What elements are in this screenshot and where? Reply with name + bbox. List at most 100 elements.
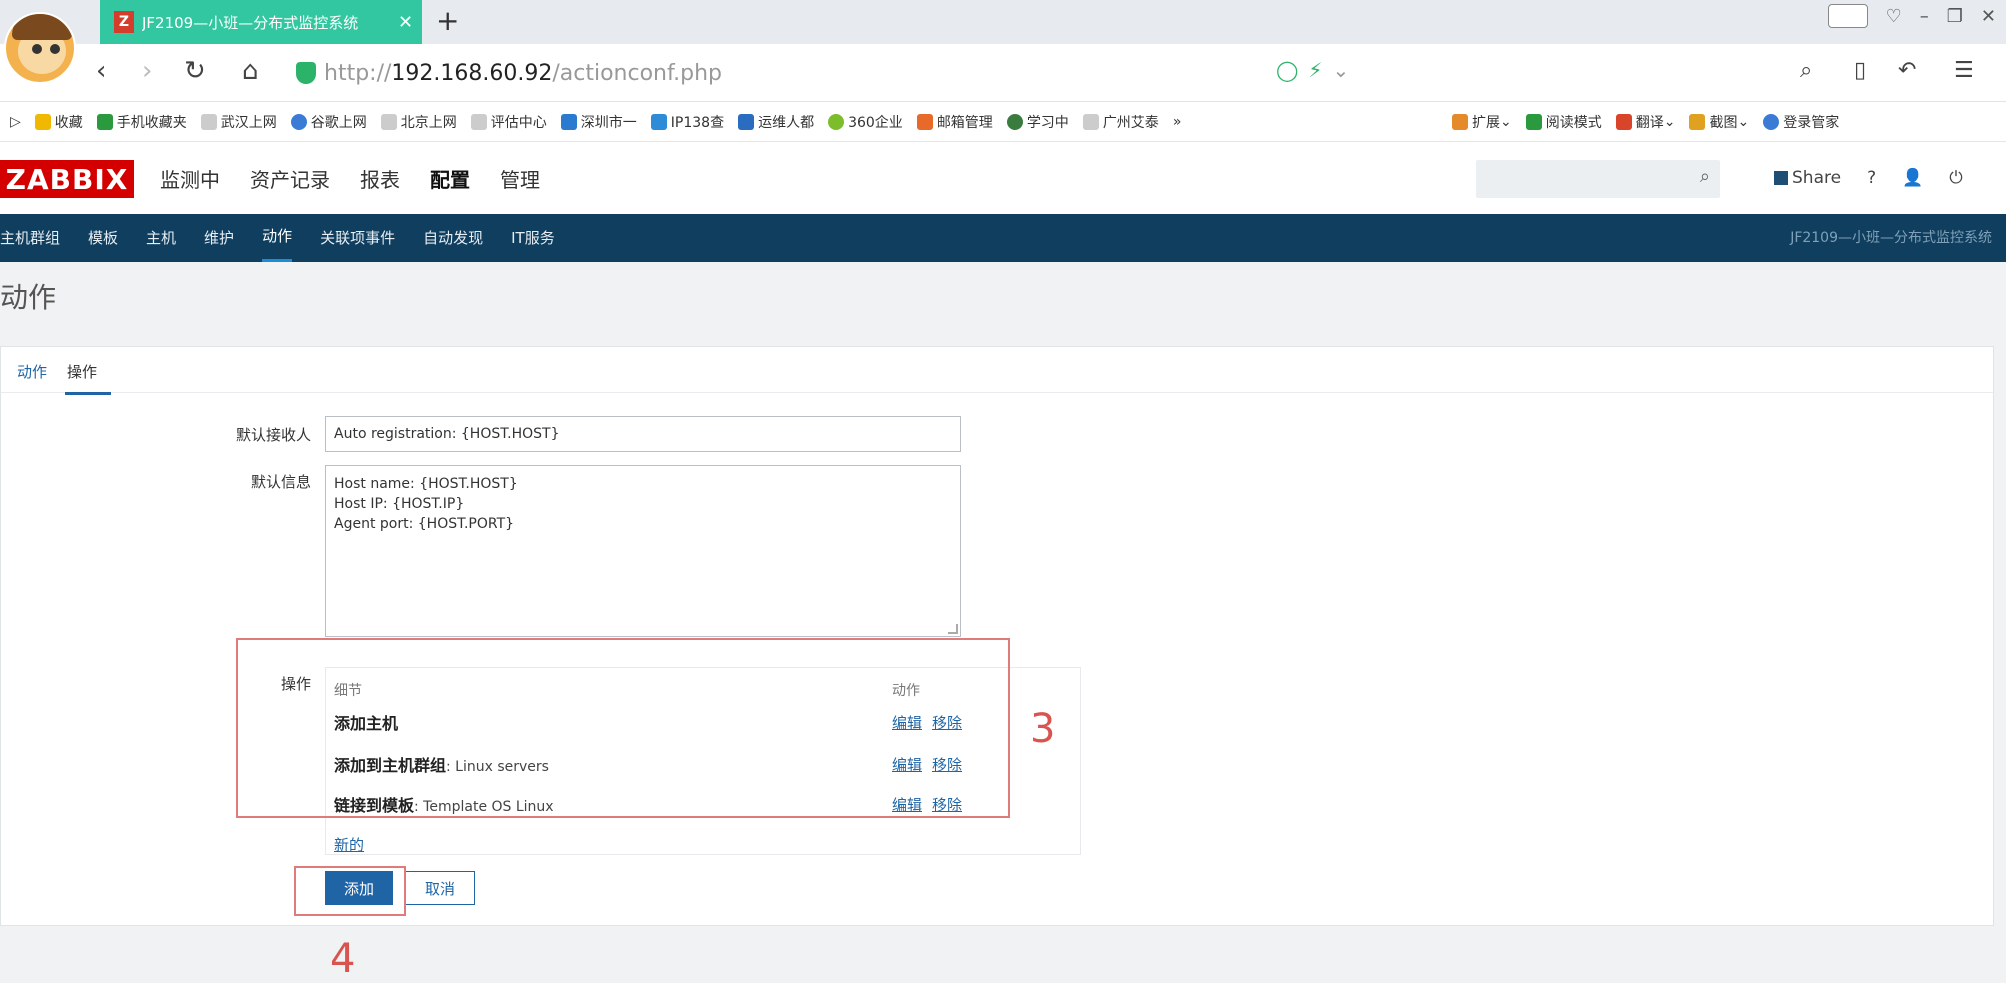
menu-reports[interactable]: 报表 [360,164,400,193]
default-message-label: 默认信息 [250,473,311,491]
bookmark-item[interactable]: 收藏 [34,112,83,132]
subnav-maintenance[interactable]: 维护 [204,214,234,262]
bookmark-item[interactable]: 深圳市一 [560,112,637,132]
user-avatar[interactable] [4,12,76,84]
default-message-textarea[interactable]: Host name: {HOST.HOST} Host IP: {HOST.IP… [325,465,961,637]
site-icon [738,113,755,130]
forward-icon[interactable]: › [142,56,152,86]
new-tab-button[interactable]: + [436,6,459,36]
bookmark-item[interactable]: 谷歌上网 [290,112,367,132]
refresh-icon[interactable]: ↻ [184,56,206,86]
url-path: /actionconf.php [552,60,722,86]
minimize-icon[interactable]: – [1920,6,1929,27]
tab-title: JF2109—小班—分布式监控系统 [142,13,359,32]
shirt-icon[interactable]: ♡ [1886,6,1902,27]
extensions-button[interactable]: 扩展 ⌄ [1452,112,1512,132]
browser-tab-active[interactable]: Z JF2109—小班—分布式监控系统 ✕ [100,0,422,44]
menu-configuration[interactable]: 配置 [430,164,470,193]
bookmark-item[interactable]: IP138查 [650,112,724,132]
book-icon [1525,114,1542,130]
menu-monitoring[interactable]: 监测中 [160,164,220,193]
phone-icon[interactable]: ▯ [1854,58,1866,83]
menu-inventory[interactable]: 资产记录 [250,164,330,193]
share-button[interactable]: Share [1774,168,1841,188]
browser-tabbar: Z JF2109—小班—分布式监控系统 ✕ + ♡ – ❐ ✕ [0,0,2006,44]
mail-icon [916,113,933,130]
bookmarks-toggle-icon[interactable]: ▷ [10,114,21,130]
tab-close-icon[interactable]: ✕ [398,12,413,33]
search-icon[interactable]: ⌕ [1700,166,1710,187]
subnav-discovery[interactable]: 自动发现 [423,214,483,262]
bookmark-item[interactable]: 评估中心 [470,112,547,132]
search-input[interactable]: ⌕ [1476,160,1720,198]
tab-operations[interactable]: 操作 [65,361,112,395]
url-input[interactable]: http://192.168.60.92/actionconf.php [296,54,1354,92]
annotation-number-4: 4 [330,936,356,982]
url-host: 192.168.60.92 [391,60,553,86]
menu-administration[interactable]: 管理 [500,164,540,193]
home-icon[interactable]: ⌂ [242,56,259,86]
bookmark-item[interactable]: 广州艾泰 [1082,112,1159,132]
default-subject-input[interactable]: Auto registration: {HOST.HOST} [325,416,961,452]
translate-button[interactable]: 翻译 ⌄ [1615,112,1675,132]
bookmark-item[interactable]: 北京上网 [380,112,457,132]
bookmark-item[interactable]: 邮箱管理 [916,112,993,132]
login-manager-button[interactable]: 登录管家 [1763,112,1839,132]
speed-mode-icon[interactable]: ⚡ [1308,58,1322,82]
message-line: Host name: {HOST.HOST} [334,476,518,492]
puzzle-icon [1452,114,1468,130]
screenshot-button[interactable]: 截图 ⌄ [1689,112,1749,132]
key-icon [1763,114,1780,130]
message-line: Agent port: {HOST.PORT} [334,516,515,532]
subnav-templates[interactable]: 模板 [88,214,118,262]
main-menu: 监测中 资产记录 报表 配置 管理 [160,164,540,193]
content-panel: 动作 操作 默认接收人 Auto registration: {HOST.HOS… [0,346,1995,926]
more-bookmarks-icon[interactable]: » [1173,114,1182,130]
annotation-box-operations [236,638,1010,818]
back-icon[interactable]: ‹ [96,56,106,86]
subnav-event-correlation[interactable]: 关联项事件 [320,214,395,262]
message-line: Host IP: {HOST.IP} [334,496,465,512]
secure-shield-icon [296,62,316,84]
address-bar-row: ‹ › ↻ ⌂ http://192.168.60.92/actionconf.… [0,44,2006,102]
bookmark-item[interactable]: 手机收藏夹 [96,112,187,132]
zabbix-logo[interactable]: ZABBIX [0,160,134,198]
bookmarks-right-tools: 扩展 ⌄ 阅读模式 翻译 ⌄ 截图 ⌄ 登录管家 [1452,102,1853,142]
user-profile-icon[interactable]: 👤 [1902,168,1923,188]
close-window-icon[interactable]: ✕ [1981,6,1996,27]
subnav-hosts[interactable]: 主机 [146,214,176,262]
search-icon[interactable]: ⌕ [1800,58,1812,83]
logout-icon[interactable]: ⏻ [1949,168,1962,188]
bookmark-item[interactable]: 360企业 [828,112,903,132]
compat-mode-icon[interactable]: ◯ [1276,58,1298,82]
bookmark-item[interactable]: 运维人都 [738,112,814,132]
default-subject-label: 默认接收人 [235,426,311,444]
phone-bookmark-icon [96,113,113,130]
sub-navigation: 主机群组 模板 主机 维护 动作 关联项事件 自动发现 IT服务 JF2109—… [0,214,2006,262]
mini-mode-icon[interactable] [1827,4,1868,28]
form-tabs: 动作 操作 [1,347,1995,395]
dropdown-icon[interactable]: ⌄ [1332,58,1349,82]
zabbix-favicon-icon: Z [114,11,134,33]
restore-icon[interactable]: ❐ [1947,6,1963,27]
subnav-it-services[interactable]: IT服务 [511,214,555,262]
resize-handle-icon[interactable] [948,624,958,634]
share-icon [1774,171,1788,185]
site-icon [650,113,667,130]
site-icon [560,113,577,130]
annotation-box-add [294,866,406,916]
location-icon [1006,113,1023,130]
subnav-actions[interactable]: 动作 [262,214,293,262]
tab-action[interactable]: 动作 [17,361,47,382]
star-icon [34,113,51,130]
help-icon[interactable]: ? [1867,168,1876,188]
undo-icon[interactable]: ↶ [1898,58,1916,83]
window-controls: ♡ – ❐ ✕ [1827,4,1996,28]
bookmark-item[interactable]: 武汉上网 [200,112,277,132]
subnav-host-groups[interactable]: 主机群组 [0,214,60,262]
reader-mode-button[interactable]: 阅读模式 [1525,112,1602,132]
bookmark-item[interactable]: 学习中 [1006,112,1069,132]
menu-icon[interactable]: ☰ [1954,58,1974,83]
cancel-button[interactable]: 取消 [405,871,475,905]
new-operation-link[interactable]: 新的 [334,834,364,855]
